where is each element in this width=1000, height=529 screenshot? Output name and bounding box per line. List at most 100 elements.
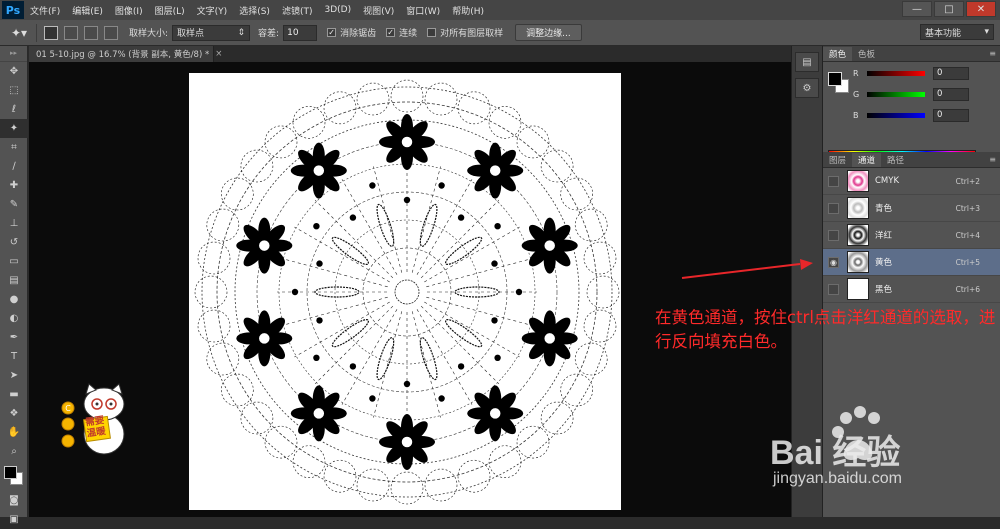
red-slider[interactable] (867, 70, 925, 76)
tab-swatches[interactable]: 色板 (852, 47, 881, 61)
tab-color[interactable]: 颜色 (823, 47, 853, 61)
chevron-updown-icon: ⇕ (237, 27, 246, 38)
gradient-tool-icon[interactable]: ▤ (0, 271, 28, 290)
green-slider[interactable] (867, 91, 925, 97)
move-tool-icon[interactable]: ✥ (0, 62, 28, 81)
properties-panel-icon[interactable]: ⚙ (795, 78, 819, 98)
menu-select[interactable]: 选择(S) (233, 4, 276, 17)
document-title: 01 5-10.jpg @ 16.7% (背景 副本, 黄色/8) * (36, 50, 210, 60)
path-selection-tool-icon[interactable]: ➤ (0, 366, 28, 385)
sample-all-layers-check-icon (427, 28, 437, 37)
blue-value-input[interactable]: 0 (933, 108, 969, 122)
menu-image[interactable]: 图像(I) (109, 4, 149, 17)
screen-mode-icon[interactable]: ▣ (0, 510, 28, 529)
color-panel: R 0 G 0 B 0 (823, 62, 1000, 166)
instruction-annotation: 在黄色通道，按住ctrl点击洋红通道的选取，进行反向填充白色。 (655, 308, 996, 351)
tolerance-label: 容差: (258, 29, 280, 39)
3d-tool-icon[interactable]: ❖ (0, 404, 28, 423)
dodge-tool-icon[interactable]: ◐ (0, 309, 28, 328)
separator (36, 23, 37, 42)
marquee-tool-icon[interactable]: ⬚ (0, 81, 28, 100)
visibility-toggle[interactable] (828, 175, 839, 187)
visibility-toggle[interactable] (828, 283, 839, 295)
eraser-tool-icon[interactable]: ▭ (0, 252, 28, 271)
menu-3d[interactable]: 3D(D) (318, 5, 357, 15)
subtract-selection-mode-button[interactable] (84, 25, 98, 40)
canvas-area[interactable] (29, 62, 791, 517)
eye-icon[interactable]: ◉ (828, 256, 839, 268)
magic-wand-preset-icon[interactable]: ✦▾ (6, 23, 32, 43)
antialias-label: 消除锯齿 (340, 29, 377, 39)
visibility-toggle[interactable] (828, 229, 839, 241)
zoom-tool-icon[interactable]: ⌕ (0, 442, 28, 461)
magic-wand-tool-icon[interactable]: ✦ (0, 119, 28, 138)
tolerance-input[interactable]: 10 (283, 24, 318, 41)
color-swatches[interactable] (0, 463, 28, 491)
add-selection-mode-button[interactable] (64, 25, 78, 40)
channel-shortcut: Ctrl+3 (955, 203, 980, 213)
panel-menu-icon[interactable]: ≡ (989, 155, 996, 164)
minimize-button[interactable]: — (902, 1, 932, 17)
document-tab[interactable]: 01 5-10.jpg @ 16.7% (背景 副本, 黄色/8) * × (29, 46, 222, 62)
green-value-input[interactable]: 0 (933, 87, 969, 101)
blur-tool-icon[interactable]: ● (0, 290, 28, 309)
restore-button[interactable]: □ (934, 1, 964, 17)
intersect-selection-mode-button[interactable] (104, 25, 118, 40)
tab-channels[interactable]: 通道 (852, 153, 882, 167)
channel-name: CMYK (875, 176, 900, 186)
workspace-select[interactable]: 基本功能 ▾ (920, 24, 994, 40)
shape-tool-icon[interactable]: ▬ (0, 385, 28, 404)
quick-mask-icon[interactable]: ◙ (0, 491, 28, 510)
red-value-input[interactable]: 0 (933, 66, 969, 80)
toolbar-grip[interactable]: ▸▸ (0, 46, 27, 62)
panel-menu-icon[interactable]: ≡ (989, 49, 996, 58)
red-label: R (853, 68, 859, 78)
blue-slider[interactable] (867, 112, 925, 118)
antialias-checkbox[interactable]: ✓ 消除锯齿 (327, 26, 376, 39)
hand-tool-icon[interactable]: ✋ (0, 423, 28, 442)
menu-window[interactable]: 窗口(W) (400, 4, 446, 17)
history-brush-tool-icon[interactable]: ↺ (0, 233, 28, 252)
menu-file[interactable]: 文件(F) (24, 4, 66, 17)
history-panel-icon[interactable]: ▤ (795, 52, 819, 72)
sample-size-select[interactable]: 取样点 ⇕ (172, 24, 251, 41)
pen-tool-icon[interactable]: ✒ (0, 328, 28, 347)
tab-layers[interactable]: 图层 (823, 153, 852, 167)
crop-tool-icon[interactable]: ⌗ (0, 138, 28, 157)
channel-row-magenta[interactable]: 洋红 Ctrl+4 (823, 222, 1000, 249)
close-icon[interactable]: × (215, 49, 222, 59)
channel-row-black[interactable]: 黑色 Ctrl+6 (823, 276, 1000, 303)
menu-bar: Ps 文件(F) 编辑(E) 图像(I) 图层(L) 文字(Y) 选择(S) 滤… (0, 0, 1000, 20)
mascot-sign-text: 需要温暖 (84, 414, 107, 440)
red-arrow-annotation (681, 259, 813, 279)
sample-all-layers-checkbox[interactable]: 对所有图层取样 (427, 26, 503, 39)
foreground-color-swatch[interactable] (4, 466, 17, 479)
baidu-jingyan-watermark: Bai 经验 (770, 406, 900, 472)
lasso-tool-icon[interactable]: ℓ (0, 100, 28, 119)
clone-stamp-tool-icon[interactable]: ⊥ (0, 214, 28, 233)
visibility-toggle[interactable] (828, 202, 839, 214)
watermark-url: jingyan.baidu.com (773, 470, 902, 487)
type-tool-icon[interactable]: T (0, 347, 28, 366)
new-selection-mode-button[interactable] (44, 25, 58, 40)
menu-help[interactable]: 帮助(H) (446, 4, 490, 17)
menu-edit[interactable]: 编辑(E) (66, 4, 109, 17)
menu-layer[interactable]: 图层(L) (149, 4, 191, 17)
eyedropper-tool-icon[interactable]: ∕ (0, 157, 28, 176)
document-canvas[interactable] (189, 73, 621, 510)
channel-name: 黑色 (875, 285, 893, 295)
contiguous-label: 连续 (399, 29, 418, 39)
tab-paths[interactable]: 路径 (881, 153, 910, 167)
channel-row-yellow[interactable]: ◉ 黄色 Ctrl+5 (823, 249, 1000, 276)
menu-filter[interactable]: 滤镜(T) (276, 4, 319, 17)
brush-tool-icon[interactable]: ✎ (0, 195, 28, 214)
channel-row-cyan[interactable]: 青色 Ctrl+3 (823, 195, 1000, 222)
menu-view[interactable]: 视图(V) (357, 4, 400, 17)
channel-row-cmyk[interactable]: CMYK Ctrl+2 (823, 168, 1000, 195)
healing-brush-tool-icon[interactable]: ✚ (0, 176, 28, 195)
menu-type[interactable]: 文字(Y) (191, 4, 234, 17)
close-window-button[interactable]: ✕ (966, 1, 996, 17)
contiguous-checkbox[interactable]: ✓ 连续 (386, 26, 417, 39)
refine-edge-button[interactable]: 调整边缘... (515, 24, 582, 41)
channel-thumbnail (847, 251, 869, 273)
